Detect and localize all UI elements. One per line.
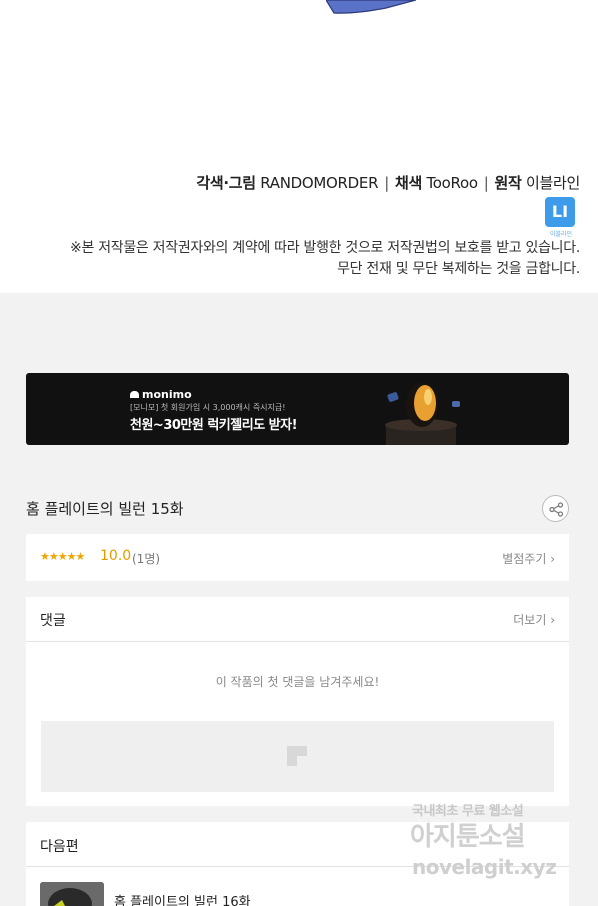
next-episode-thumbnail[interactable] <box>40 882 104 906</box>
credit-role-color: 채색 <box>394 174 422 192</box>
comments-empty-message: 이 작품의 첫 댓글을 남겨주세요! <box>215 675 380 689</box>
next-episode-title: 다음편 <box>40 839 79 855</box>
comic-viewer: 각색·그림 RANDOMORDER | 채색 TooRoo | 원작 이블라인 LI 이… <box>0 0 598 293</box>
copyright-notice: ※본 저작물은 저작권자와의 계약에 따라 발행한 것으로 저작권법의 보호를 … <box>70 240 580 277</box>
share-icon <box>549 502 564 517</box>
credit-role-art: 각색·그림 <box>196 174 256 192</box>
comment-placeholder-icon <box>287 746 307 766</box>
monimo-logo-icon <box>130 391 139 398</box>
comic-panel-fragment <box>326 0 416 14</box>
comments-panel: 댓글 더보기 › 이 작품의 첫 댓글을 남겨주세요! <box>26 597 569 806</box>
episode-thumbnail-image <box>40 882 104 906</box>
rating-panel: ★★★★★ 10.0 (1명) 별점주기 › <box>26 534 569 581</box>
rating-count: (1명) <box>132 552 161 566</box>
comments-more-link[interactable]: 더보기 › <box>513 611 555 628</box>
publisher-logo: LI <box>545 197 575 227</box>
credit-name-color: TooRoo <box>426 174 478 192</box>
episode-title: 홈 플레이트의 빌런 15화 <box>26 500 184 518</box>
rating-score: 10.0 <box>100 548 132 564</box>
publisher-logo-caption: 이블라인 <box>549 231 573 238</box>
jelly-illustration-icon <box>385 383 460 445</box>
comments-header: 댓글 더보기 › <box>26 597 569 642</box>
site-watermark: 국내최초 무료 웹소설 아지툰소설 novelagit.xyz <box>410 804 557 879</box>
credit-name-original: 이블라인 <box>525 174 580 192</box>
credit-role-original: 원작 <box>494 174 522 192</box>
comments-title: 댓글 <box>40 613 66 629</box>
comment-input[interactable] <box>41 721 554 792</box>
banner-headline: 천원~30만원 럭키젤리도 받자! <box>130 418 298 433</box>
rate-button[interactable]: 별점주기 › <box>502 550 555 567</box>
banner-subtext: [모니모] 첫 회원가입 시 3,000캐시 즉시지급! <box>130 403 286 412</box>
next-episode-link[interactable]: 홈 플레이트의 빌런 16화 <box>114 891 251 906</box>
rating-stars: ★★★★★ <box>40 550 85 563</box>
credits: 각색·그림 RANDOMORDER | 채색 TooRoo | 원작 이블라인 <box>196 174 580 192</box>
ad-banner[interactable]: monimo [모니모] 첫 회원가입 시 3,000캐시 즉시지급! 천원~3… <box>26 373 569 445</box>
share-button[interactable] <box>542 495 569 522</box>
credit-name-art: RANDOMORDER <box>260 174 379 192</box>
banner-brand: monimo <box>130 388 192 401</box>
